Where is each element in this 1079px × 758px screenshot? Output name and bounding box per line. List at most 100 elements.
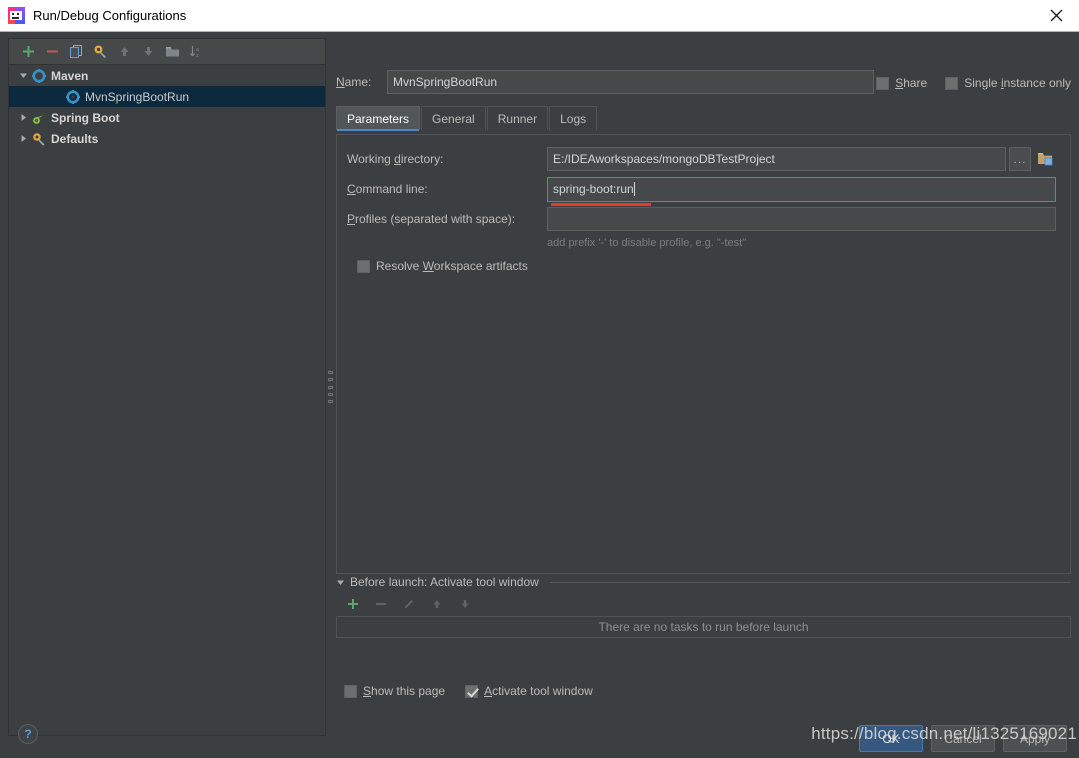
ellipsis-icon: ...: [1013, 152, 1027, 166]
ok-button[interactable]: OK: [859, 725, 923, 752]
cancel-button[interactable]: Cancel: [931, 725, 995, 752]
splitter-grip: [328, 371, 333, 403]
share-checkbox[interactable]: Share: [876, 76, 927, 90]
configurations-toolbar: a z: [9, 39, 325, 65]
configurations-panel: a z Maven MvnSpringBootRun Spring Boot Defa…: [8, 38, 326, 736]
apply-button[interactable]: Apply: [1003, 725, 1067, 752]
sort-configurations-button[interactable]: a z: [185, 41, 207, 63]
copy-configuration-button[interactable]: [65, 41, 87, 63]
before-launch-title: Before launch: Activate tool window: [350, 575, 539, 589]
show-this-page-checkbox[interactable]: Show this page: [344, 684, 445, 698]
remove-configuration-button[interactable]: [41, 41, 63, 63]
tree-item-mvnspringbootrun[interactable]: MvnSpringBootRun: [9, 86, 325, 107]
move-task-down-button[interactable]: [454, 593, 476, 615]
profiles-row: Profiles (separated with space):: [347, 207, 1056, 231]
share-checkbox-label: Share: [895, 76, 928, 90]
configuration-editor-panel: Name: MvnSpringBootRun Share Single inst…: [336, 38, 1071, 704]
tab-label: Parameters: [347, 111, 410, 126]
window-titlebar: Run/Debug Configurations: [0, 0, 1079, 32]
tab-parameters[interactable]: Parameters: [336, 106, 421, 131]
before-launch-empty-text: There are no tasks to run before launch: [598, 620, 809, 634]
tab-runner[interactable]: Runner: [486, 106, 549, 130]
tree-item-spring-boot[interactable]: Spring Boot: [9, 107, 325, 128]
tab-label: Logs: [560, 111, 587, 126]
before-launch-header[interactable]: Before launch: Activate tool window: [336, 574, 1071, 590]
section-divider: [549, 581, 1071, 583]
text-caret: [633, 182, 635, 196]
working-directory-label: Working directory:: [347, 152, 444, 166]
maven-gear-icon: [31, 68, 47, 84]
profiles-input[interactable]: [547, 207, 1056, 231]
spring-boot-leaf-icon: [31, 110, 47, 126]
close-icon[interactable]: [1033, 0, 1079, 31]
remove-task-button[interactable]: [370, 593, 392, 615]
chevron-right-icon[interactable]: [15, 110, 31, 126]
before-launch-task-list[interactable]: There are no tasks to run before launch: [336, 616, 1071, 638]
tree-item-label: Maven: [51, 68, 89, 83]
command-line-label: Command line:: [347, 182, 428, 196]
profiles-label: Profiles (separated with space):: [347, 212, 516, 226]
single-instance-only-checkbox[interactable]: Single instance only: [945, 76, 1071, 90]
new-folder-button[interactable]: [161, 41, 183, 63]
single-instance-checkbox-label: Single instance only: [964, 76, 1071, 90]
name-label: Name:: [336, 75, 372, 89]
configurations-tree[interactable]: Maven MvnSpringBootRun Spring Boot Defaults: [9, 65, 325, 735]
window-title: Run/Debug Configurations: [33, 8, 187, 23]
svg-text:z: z: [196, 53, 199, 59]
add-configuration-button[interactable]: [17, 41, 39, 63]
resolve-workspace-checkbox-label: Resolve Workspace artifacts: [376, 259, 528, 273]
folder-insert-macro-icon: [1037, 153, 1052, 166]
tree-item-defaults[interactable]: Defaults: [9, 128, 325, 149]
command-line-row: Command line: spring-boot:run: [347, 176, 1056, 206]
tab-label: General: [432, 111, 475, 126]
before-launch-toolbar: [336, 592, 1071, 616]
dialog-body: a z Maven MvnSpringBootRun Spring Boot Defa…: [0, 32, 1079, 758]
editor-tabs: Parameters General Runner Logs: [336, 106, 1071, 131]
before-launch-options: Show this page Activate tool window: [344, 684, 593, 698]
resolve-workspace-artifacts-checkbox[interactable]: Resolve Workspace artifacts: [357, 259, 528, 273]
parameters-tab-panel: Working directory: E:/IDEAworkspaces/mon…: [336, 134, 1071, 574]
maven-gear-icon: [65, 89, 81, 105]
working-directory-browse-button[interactable]: ...: [1009, 147, 1031, 171]
edit-defaults-button[interactable]: [89, 41, 111, 63]
chevron-down-icon[interactable]: [15, 68, 31, 84]
show-this-page-checkbox-box: [344, 684, 357, 698]
show-this-page-label: Show this page: [363, 684, 446, 698]
add-task-button[interactable]: [342, 593, 364, 615]
tree-item-label: MvnSpringBootRun: [85, 89, 190, 104]
insert-macro-button[interactable]: [1034, 147, 1056, 171]
panel-splitter[interactable]: [326, 38, 336, 736]
edit-task-button[interactable]: [398, 593, 420, 615]
help-button[interactable]: ?: [18, 724, 38, 744]
tree-item-label: Defaults: [51, 131, 99, 146]
working-directory-row: Working directory: E:/IDEAworkspaces/mon…: [347, 147, 1056, 171]
working-directory-value: E:/IDEAworkspaces/mongoDBTestProject: [553, 152, 775, 166]
profiles-hint: add prefix '-' to disable profile, e.g. …: [547, 237, 747, 249]
tree-item-maven[interactable]: Maven: [9, 65, 325, 86]
name-input[interactable]: MvnSpringBootRun: [387, 70, 874, 94]
resolve-workspace-checkbox-box: [357, 259, 370, 273]
name-input-value: MvnSpringBootRun: [393, 75, 498, 89]
activate-tool-window-checkbox[interactable]: Activate tool window: [465, 684, 593, 698]
wrench-gear-icon: [31, 131, 47, 147]
before-launch-section: Before launch: Activate tool window Ther…: [336, 574, 1071, 662]
command-line-value: spring-boot:run: [553, 182, 634, 196]
working-directory-input[interactable]: E:/IDEAworkspaces/mongoDBTestProject: [547, 147, 1006, 171]
chevron-right-icon[interactable]: [15, 131, 31, 147]
move-down-button[interactable]: [137, 41, 159, 63]
tab-logs[interactable]: Logs: [549, 106, 598, 130]
command-line-input[interactable]: spring-boot:run: [547, 176, 1056, 202]
red-underline-annotation: [551, 202, 651, 206]
configuration-options: Share Single instance only: [876, 76, 1071, 90]
single-instance-checkbox-box: [945, 76, 959, 90]
move-up-button[interactable]: [113, 41, 135, 63]
move-task-up-button[interactable]: [426, 593, 448, 615]
resolve-workspace-artifacts-row: Resolve Workspace artifacts: [357, 259, 1056, 276]
intellij-idea-icon: [8, 7, 25, 24]
tab-general[interactable]: General: [421, 106, 486, 130]
activate-tool-window-label: Activate tool window: [484, 684, 593, 698]
tree-item-label: Spring Boot: [51, 110, 120, 125]
activate-tool-window-checkbox-box: [465, 684, 479, 698]
dialog-button-bar: OK Cancel Apply: [859, 725, 1067, 752]
